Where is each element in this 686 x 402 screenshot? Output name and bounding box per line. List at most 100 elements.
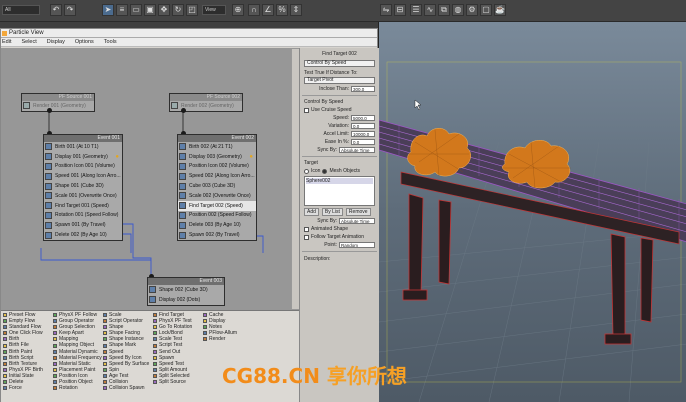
node-row[interactable]: Spawn 001 (By Travel) <box>44 220 122 230</box>
align-icon[interactable]: ⊟ <box>394 4 406 16</box>
event-001-node[interactable]: Event 001 Birth 001 (At 10 T1) Display 0… <box>43 134 123 241</box>
move-icon[interactable]: ✥ <box>158 4 170 16</box>
remove-button[interactable]: Remove <box>345 208 371 216</box>
output-connector[interactable] <box>181 108 186 113</box>
angle-snap-icon[interactable]: ∠ <box>262 4 274 16</box>
node-row[interactable]: Position 002 (Speed Follow) <box>178 211 256 221</box>
node-row[interactable]: Find Target 001 (Speed) <box>44 201 122 211</box>
percent-snap-icon[interactable]: % <box>276 4 288 16</box>
event-003-node[interactable]: Event 003 Shape 002 (Cube 3D) Display 00… <box>147 277 225 306</box>
redo-icon[interactable]: ↷ <box>64 4 76 16</box>
node-row[interactable]: Birth 002 (At 21 T1) <box>178 142 256 152</box>
menu-tools[interactable]: Tools <box>103 39 118 46</box>
target-list[interactable]: Sphere002 <box>304 176 375 206</box>
particle-view-title-bar[interactable]: Particle View <box>1 29 377 38</box>
select-object-icon[interactable]: ➤ <box>102 4 114 16</box>
depot-item[interactable]: Rotation <box>53 385 103 391</box>
node-row[interactable]: Scale 001 (Overwrite Once) <box>44 191 122 201</box>
operator-icon <box>103 386 107 391</box>
node-row[interactable]: Shape 002 (Cube 3D) <box>148 285 224 295</box>
depot-item[interactable]: Split Source <box>153 379 203 385</box>
display-icon <box>179 153 186 161</box>
node-row[interactable]: Rotation 001 (Speed Follow) <box>44 211 122 221</box>
node-row[interactable]: Shape 001 (Cube 3D) <box>44 181 122 191</box>
spinner-snap-icon[interactable]: ⇕ <box>290 4 302 16</box>
depot-item[interactable]: Force <box>3 385 53 391</box>
node-row[interactable]: Delete 003 (By Age 10) <box>178 220 256 230</box>
undo-icon[interactable]: ↶ <box>50 4 62 16</box>
menu-select[interactable]: Select <box>20 39 37 46</box>
operator-icon <box>103 373 107 378</box>
position-icon <box>45 162 52 170</box>
control-by-select[interactable]: Control By Speed <box>304 60 375 67</box>
by-list-button[interactable]: By List <box>321 208 343 216</box>
operator-icon <box>3 319 7 324</box>
node-row[interactable]: Spawn 002 (By Travel) <box>178 230 256 240</box>
node-row[interactable]: Cube 003 (Cube 3D) <box>178 181 256 191</box>
sync-by-select[interactable]: Absolute Time <box>339 147 375 153</box>
operator-icon <box>153 319 157 324</box>
node-row[interactable]: Render 001 (Geometry) <box>22 101 94 111</box>
mirror-icon[interactable]: ⇋ <box>380 4 392 16</box>
snap-icon[interactable]: ∩ <box>248 4 260 16</box>
speed-input[interactable]: 5000.0 <box>351 115 375 121</box>
scale-icon[interactable]: ◰ <box>186 4 198 16</box>
accel-limit-input[interactable]: 10000.0 <box>351 131 375 137</box>
node-row[interactable]: Birth 001 (At 10 T1) <box>44 142 122 152</box>
node-row[interactable]: Position Icon 001 (Volume) <box>44 162 122 172</box>
canvas-scrollbar[interactable] <box>291 49 299 309</box>
node-row[interactable]: Delete 002 (By Age 10) <box>44 230 122 240</box>
test-true-select[interactable]: Target Pivot <box>304 77 375 84</box>
window-crossing-icon[interactable]: ▣ <box>144 4 156 16</box>
output-connector[interactable] <box>47 108 52 113</box>
node-row[interactable]: Display 002 (Dots) <box>148 295 224 305</box>
event-002-node[interactable]: Event 002 Birth 002 (At 21 T1) Display 0… <box>177 134 257 241</box>
render-icon[interactable]: ☕ <box>494 4 506 16</box>
animated-shape-checkbox[interactable]: Animated Shape <box>304 226 375 232</box>
rect-region-icon[interactable]: ▭ <box>130 4 142 16</box>
ease-in-input[interactable]: 0.0 <box>351 139 375 145</box>
add-button[interactable]: Add <box>304 208 319 216</box>
perspective-viewport[interactable] <box>378 22 686 402</box>
node-row-selected[interactable]: Find Target 002 (Speed) <box>178 200 256 211</box>
selection-filter-select[interactable]: All <box>2 5 40 15</box>
follow-target-checkbox[interactable]: Follow Target Animation <box>304 234 375 240</box>
list-item[interactable]: Sphere002 <box>306 178 373 184</box>
variation-input[interactable]: 0.0 <box>351 123 375 129</box>
reference-coordinate-select[interactable]: View <box>202 5 226 15</box>
render-setup-icon[interactable]: ⚙ <box>466 4 478 16</box>
pf-source-001-node[interactable]: PF Source 001 Render 001 (Geometry) <box>21 93 95 112</box>
point-select[interactable]: Random <box>339 242 375 248</box>
node-row[interactable]: Display 003 (Geometry) ● <box>178 152 256 162</box>
node-row[interactable]: Speed 001 (Along Icon Arro... <box>44 171 122 181</box>
curve-editor-icon[interactable]: ∿ <box>424 4 436 16</box>
material-editor-icon[interactable]: ◍ <box>452 4 464 16</box>
inclose-input[interactable]: 300.0 <box>351 86 375 92</box>
node-row[interactable]: Speed 002 (Along Icon Arro... <box>178 171 256 181</box>
use-cruise-speed-checkbox[interactable]: Use Cruise Speed <box>304 107 375 113</box>
layer-manager-icon[interactable]: ☰ <box>410 4 422 16</box>
select-by-name-icon[interactable]: ≡ <box>116 4 128 16</box>
node-row[interactable]: Position Icon 002 (Volume) <box>178 162 256 172</box>
sync-by-2-select[interactable]: Absolute Time <box>339 218 375 224</box>
rotate-icon[interactable]: ↻ <box>172 4 184 16</box>
icon-radio[interactable] <box>304 168 309 174</box>
mesh-objects-radio[interactable] <box>322 168 328 174</box>
schematic-view-icon[interactable]: ⧉ <box>438 4 450 16</box>
particle-flow-canvas[interactable]: PF Source 001 Render 001 (Geometry) PF S… <box>1 48 299 310</box>
rotation-icon <box>45 211 52 219</box>
pivot-icon[interactable]: ⊕ <box>232 4 244 16</box>
menu-options[interactable]: Options <box>74 39 95 46</box>
node-row[interactable]: Scale 002 (Overwrite Once) <box>178 191 256 201</box>
render-frame-icon[interactable]: ▢ <box>480 4 492 16</box>
node-header: Event 001 <box>44 135 122 142</box>
node-row[interactable]: Display 001 (Geometry) ● <box>44 152 122 162</box>
operator-icon <box>103 355 107 360</box>
operator-icon <box>3 355 7 360</box>
menu-edit[interactable]: Edit <box>1 39 12 46</box>
depot-item-label: Render <box>209 336 226 343</box>
depot-item[interactable]: Render <box>203 336 253 342</box>
menu-display[interactable]: Display <box>46 39 66 46</box>
depot-item[interactable]: Collision Spawn <box>103 385 153 391</box>
operator-icon <box>3 331 7 336</box>
